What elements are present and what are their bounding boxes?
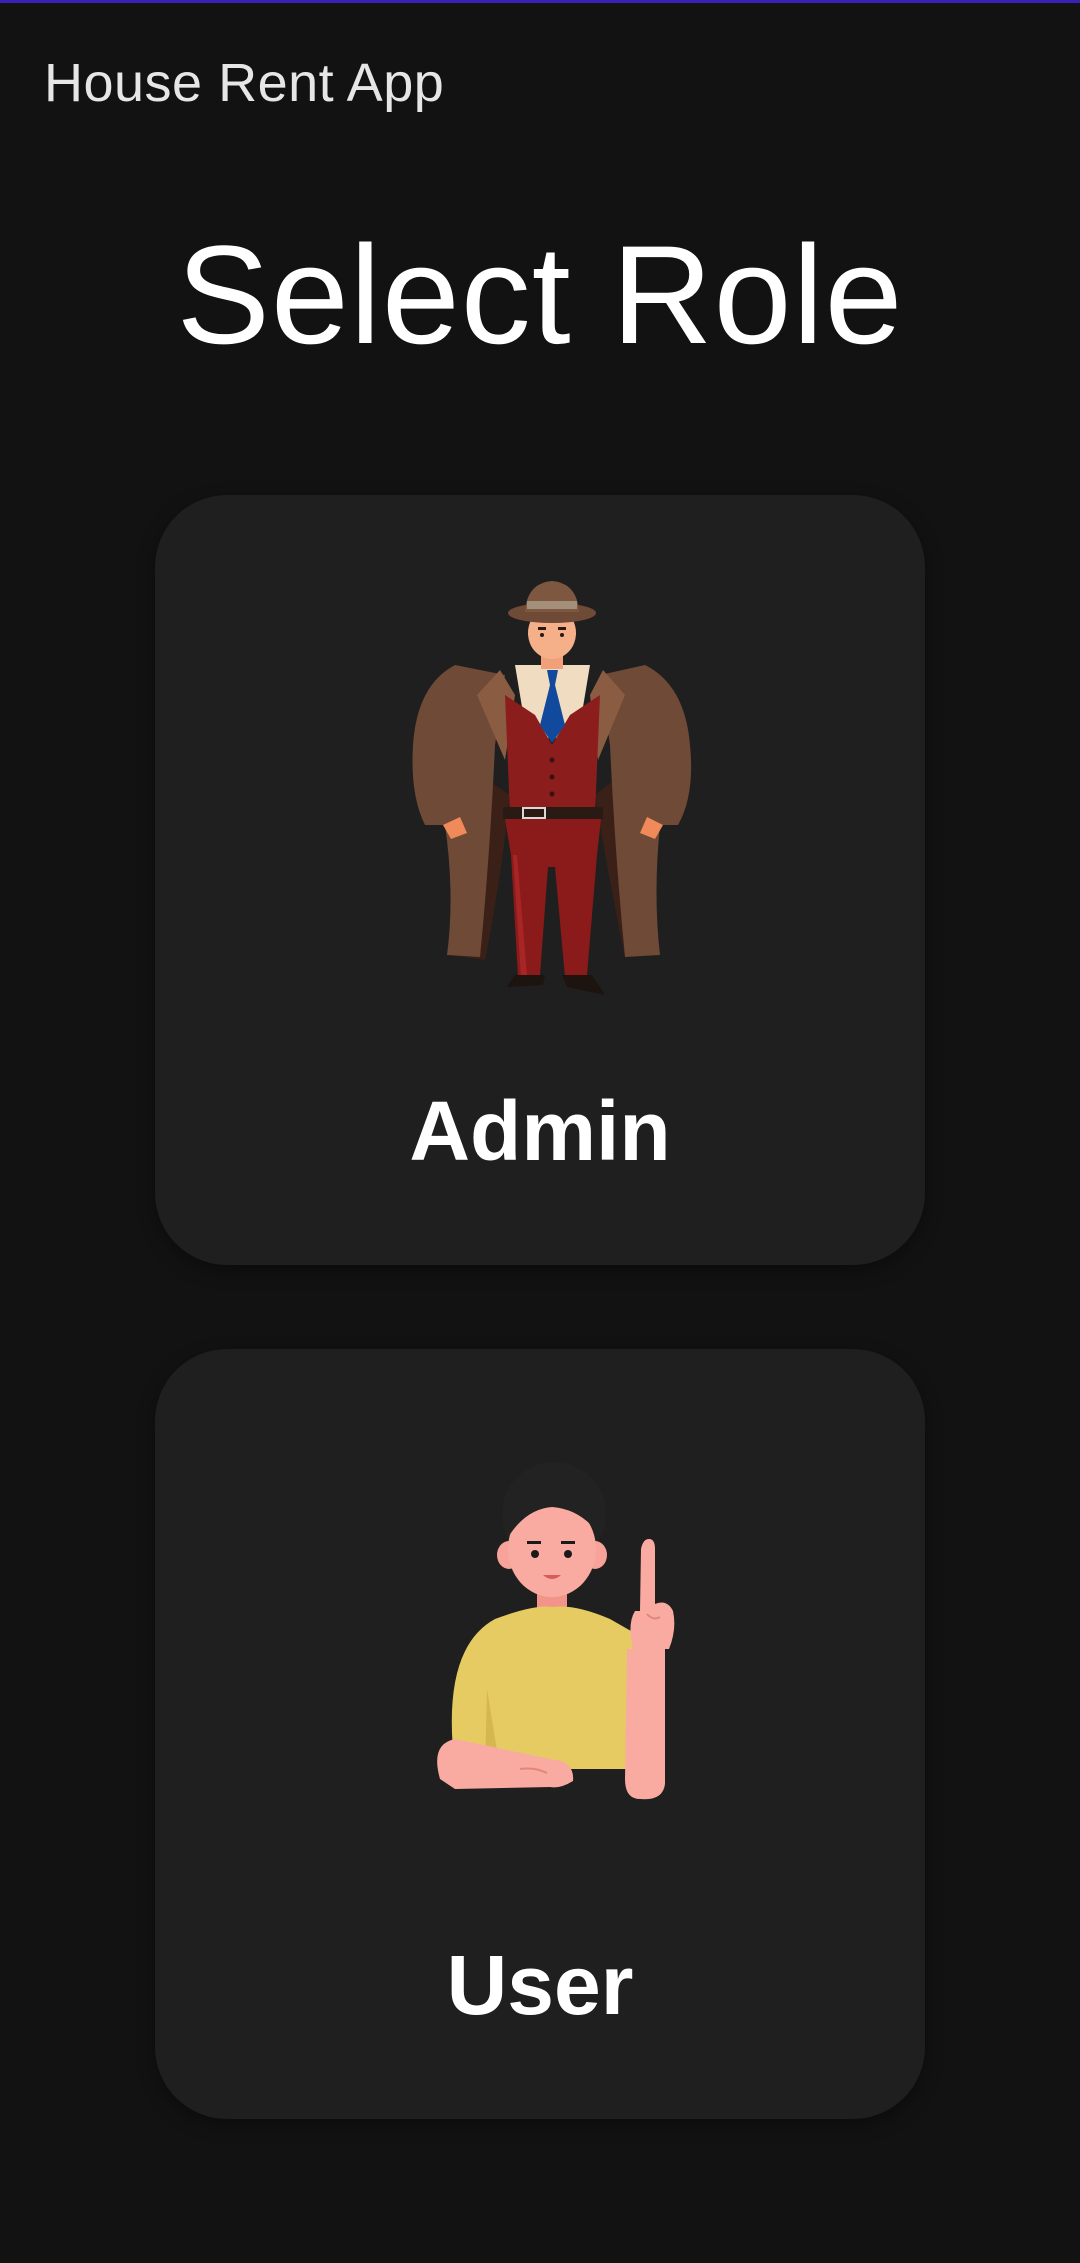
admin-role-label: Admin <box>409 1084 671 1178</box>
app-bar: House Rent App <box>0 3 1080 163</box>
person-pointing-up-illustration <box>155 1349 925 1909</box>
detective-man-illustration <box>155 495 925 1055</box>
user-role-card[interactable]: User <box>155 1349 925 2119</box>
page-title: Select Role <box>176 216 904 373</box>
admin-role-card[interactable]: Admin <box>155 495 925 1265</box>
user-role-label: User <box>446 1938 634 2032</box>
app-title: House Rent App <box>44 53 445 113</box>
